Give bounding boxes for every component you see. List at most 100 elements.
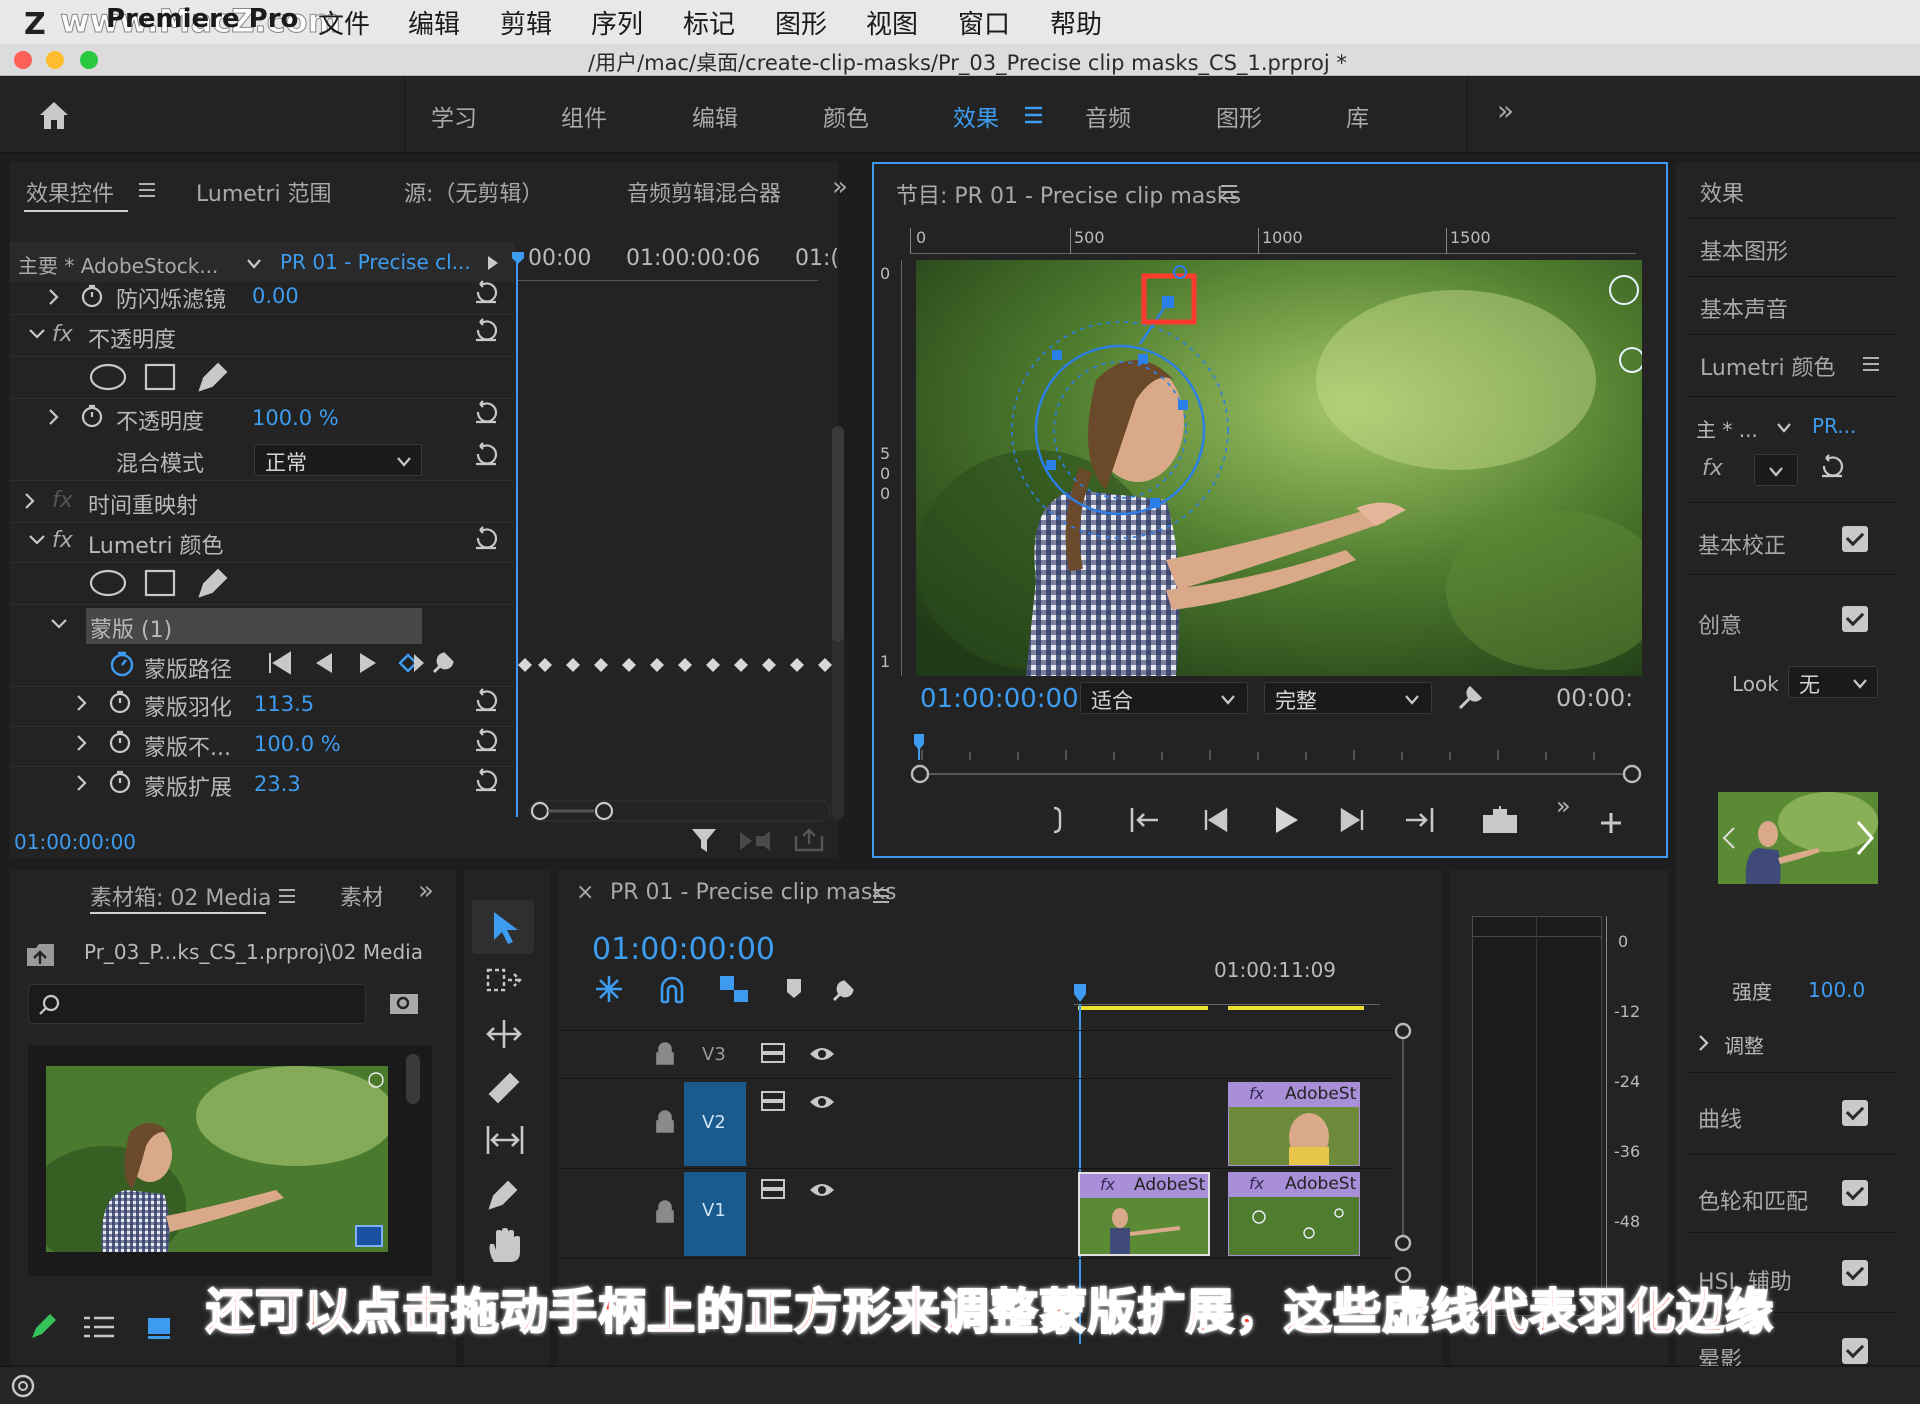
expand-chevron-icon[interactable] bbox=[76, 734, 88, 752]
reset-icon[interactable] bbox=[472, 728, 500, 756]
pen-tool-icon[interactable] bbox=[484, 1176, 524, 1212]
workspace-tab-editing[interactable]: 编辑 bbox=[692, 99, 738, 133]
menu-view[interactable]: 视图 bbox=[866, 4, 918, 41]
sequence-clip-label[interactable]: PR 01 - Precise cl... bbox=[280, 250, 471, 274]
nest-icon[interactable] bbox=[594, 974, 624, 1004]
track-forward-icon[interactable] bbox=[356, 650, 380, 676]
ripple-edit-tool-icon[interactable] bbox=[484, 1016, 524, 1052]
snap-icon[interactable] bbox=[658, 974, 686, 1004]
list-view-icon[interactable] bbox=[82, 1314, 116, 1340]
pen-mask-icon[interactable] bbox=[194, 358, 230, 396]
pencil-icon[interactable] bbox=[28, 1310, 60, 1342]
workspace-tab-color[interactable]: 颜色 bbox=[823, 99, 869, 133]
scroll-handle-top[interactable] bbox=[1392, 1020, 1414, 1042]
media-clip-thumbnail[interactable] bbox=[46, 1066, 388, 1252]
stopwatch-icon[interactable] bbox=[108, 730, 132, 754]
workspace-tab-effects[interactable]: 效果 bbox=[953, 99, 999, 133]
minimize-window-button[interactable] bbox=[46, 51, 64, 69]
video-frame[interactable] bbox=[916, 260, 1642, 676]
workspace-tab-libraries[interactable]: 库 bbox=[1346, 99, 1369, 133]
tab-source[interactable]: 源:（无剪辑） bbox=[404, 176, 543, 208]
reset-icon[interactable] bbox=[472, 318, 500, 346]
go-to-in-icon[interactable] bbox=[1128, 804, 1162, 836]
opacity-value[interactable]: 100.0 % bbox=[252, 406, 339, 430]
step-back-icon[interactable] bbox=[1200, 804, 1232, 836]
lumetri-sequence-clip[interactable]: PR... bbox=[1812, 414, 1856, 438]
collapse-chevron-icon[interactable] bbox=[50, 618, 68, 630]
stopwatch-icon[interactable] bbox=[80, 284, 104, 308]
expand-chevron-icon[interactable] bbox=[24, 492, 36, 510]
track-backward-all-icon[interactable] bbox=[266, 650, 294, 676]
keyframe-track[interactable] bbox=[518, 650, 838, 680]
chevron-down-icon[interactable] bbox=[1776, 422, 1792, 434]
expand-chevron-icon[interactable] bbox=[1698, 1034, 1710, 1052]
panel-menu-icon[interactable] bbox=[278, 888, 296, 904]
lock-icon[interactable] bbox=[654, 1110, 676, 1134]
ellipse-mask-icon[interactable] bbox=[88, 360, 128, 394]
anti-flicker-value[interactable]: 0.00 bbox=[252, 284, 299, 308]
hamburger-icon[interactable] bbox=[1024, 106, 1044, 124]
panel-tab-lumetri-color[interactable]: Lumetri 颜色 bbox=[1700, 350, 1836, 382]
track-label-v3[interactable]: V3 bbox=[702, 1044, 726, 1065]
transport-more-button[interactable]: » bbox=[1556, 792, 1571, 820]
audio-play-icon[interactable] bbox=[738, 828, 772, 854]
workspace-tab-audio[interactable]: 音频 bbox=[1085, 99, 1131, 133]
workspace-tab-graphics[interactable]: 图形 bbox=[1216, 99, 1262, 133]
panel-tab-effects[interactable]: 效果 bbox=[1700, 176, 1744, 208]
stopwatch-icon[interactable] bbox=[108, 770, 132, 794]
eye-icon[interactable] bbox=[808, 1180, 836, 1200]
menu-edit[interactable]: 编辑 bbox=[408, 4, 460, 41]
export-frame-icon[interactable] bbox=[1480, 802, 1520, 836]
tab-media-browser[interactable]: 素材 bbox=[340, 880, 382, 912]
sync-lock-icon[interactable] bbox=[760, 1042, 786, 1064]
workspace-tab-assembly[interactable]: 组件 bbox=[561, 99, 607, 133]
mask-expansion-value[interactable]: 23.3 bbox=[254, 772, 301, 796]
mask-feather-value[interactable]: 113.5 bbox=[254, 692, 314, 716]
lumetri-master-clip[interactable]: 主 * ... bbox=[1696, 414, 1758, 443]
stopwatch-active-icon[interactable] bbox=[108, 650, 136, 678]
play-icon[interactable] bbox=[1268, 802, 1302, 838]
panel-menu-icon[interactable] bbox=[1862, 356, 1880, 372]
reset-icon[interactable] bbox=[472, 442, 500, 470]
menu-help[interactable]: 帮助 bbox=[1050, 4, 1102, 41]
section-creative[interactable]: 创意 bbox=[1698, 608, 1742, 640]
track-label-v1[interactable]: V1 bbox=[702, 1200, 726, 1221]
ellipse-mask-icon[interactable] bbox=[88, 566, 128, 600]
sync-lock-icon[interactable] bbox=[760, 1178, 786, 1200]
eye-icon[interactable] bbox=[808, 1092, 836, 1112]
zoom-window-button[interactable] bbox=[80, 51, 98, 69]
track-forward-all-icon[interactable] bbox=[396, 650, 426, 676]
panel-more-button[interactable]: » bbox=[418, 876, 434, 906]
lock-icon[interactable] bbox=[654, 1042, 676, 1066]
wrench-icon[interactable] bbox=[1454, 680, 1488, 714]
rectangle-mask-icon[interactable] bbox=[142, 566, 178, 600]
ec-current-time[interactable]: 01:00:00:00 bbox=[14, 830, 136, 854]
section-curves[interactable]: 曲线 bbox=[1698, 1102, 1742, 1134]
export-icon[interactable] bbox=[792, 826, 826, 854]
tab-effect-controls[interactable]: 效果控件 bbox=[26, 176, 114, 208]
mark-out-icon[interactable] bbox=[1048, 804, 1068, 836]
panel-tab-essential-graphics[interactable]: 基本图形 bbox=[1700, 234, 1788, 266]
timeline-close-button[interactable]: × bbox=[576, 880, 594, 905]
track-backward-icon[interactable] bbox=[312, 650, 336, 676]
play-triangle-icon[interactable] bbox=[486, 254, 500, 272]
scroll-handle-bottom[interactable] bbox=[1392, 1232, 1414, 1254]
section-basic-correction[interactable]: 基本校正 bbox=[1698, 528, 1786, 560]
menu-sequence[interactable]: 序列 bbox=[591, 4, 643, 41]
creative-cloud-icon[interactable] bbox=[8, 1373, 38, 1399]
ec-playhead[interactable] bbox=[516, 252, 518, 817]
menu-window[interactable]: 窗口 bbox=[958, 4, 1010, 41]
timeline-sequence-title[interactable]: PR 01 - Precise clip masks bbox=[610, 880, 897, 905]
expand-chevron-icon[interactable] bbox=[76, 774, 88, 792]
program-time-ruler[interactable] bbox=[910, 730, 1650, 784]
expand-chevron-icon[interactable] bbox=[48, 288, 60, 306]
eye-icon[interactable] bbox=[808, 1044, 836, 1064]
ec-playhead-handle[interactable] bbox=[510, 250, 544, 266]
expand-chevron-icon[interactable] bbox=[48, 408, 60, 426]
add-marker-icon[interactable] bbox=[784, 976, 804, 1002]
look-preview-thumbnail[interactable] bbox=[1718, 792, 1878, 884]
razor-tool-icon[interactable] bbox=[484, 1068, 524, 1104]
scrollbar-thumb[interactable] bbox=[832, 426, 844, 642]
reset-icon[interactable] bbox=[1818, 454, 1846, 482]
clip-v1-first[interactable]: fx AdobeSt bbox=[1078, 1172, 1210, 1256]
